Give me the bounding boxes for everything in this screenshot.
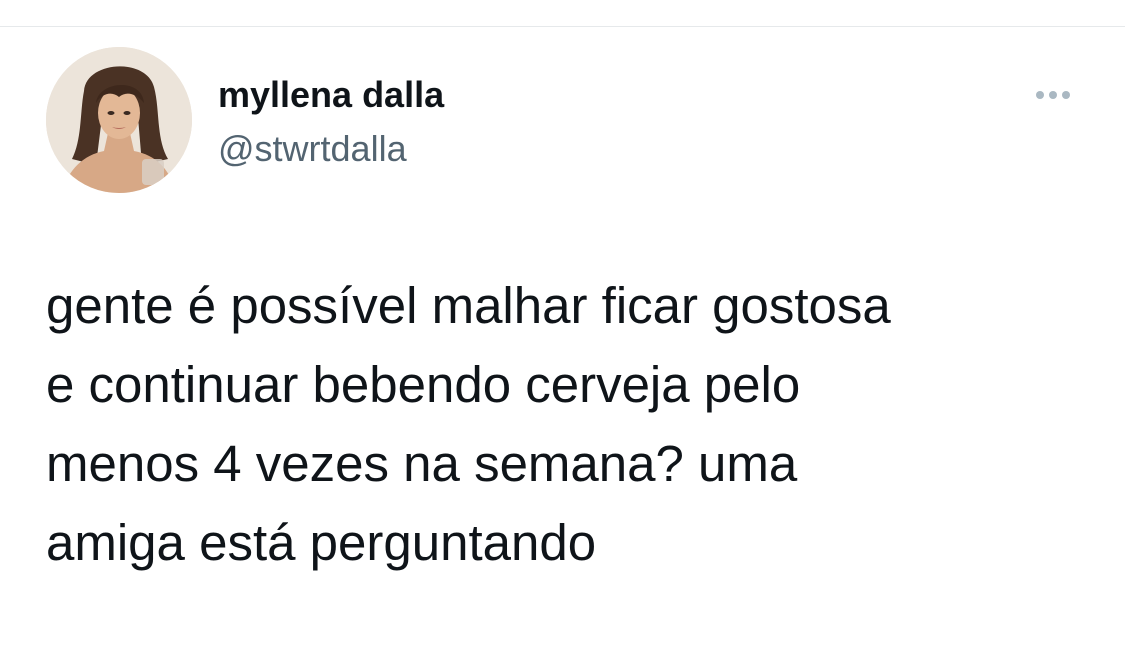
tweet-text: gente é possível malhar ficar gostosa e … — [46, 277, 891, 571]
more-options-icon — [1036, 91, 1044, 99]
more-options-icon-dot — [1049, 91, 1057, 99]
more-options-button[interactable] — [1026, 80, 1080, 110]
avatar[interactable] — [46, 47, 192, 193]
avatar-photo-icon — [46, 47, 192, 193]
more-options-icon-dot — [1062, 91, 1070, 99]
author-handle[interactable]: @stwrtdalla — [218, 128, 407, 170]
top-divider — [0, 26, 1125, 27]
author-display-name[interactable]: myllena dalla — [218, 74, 444, 116]
